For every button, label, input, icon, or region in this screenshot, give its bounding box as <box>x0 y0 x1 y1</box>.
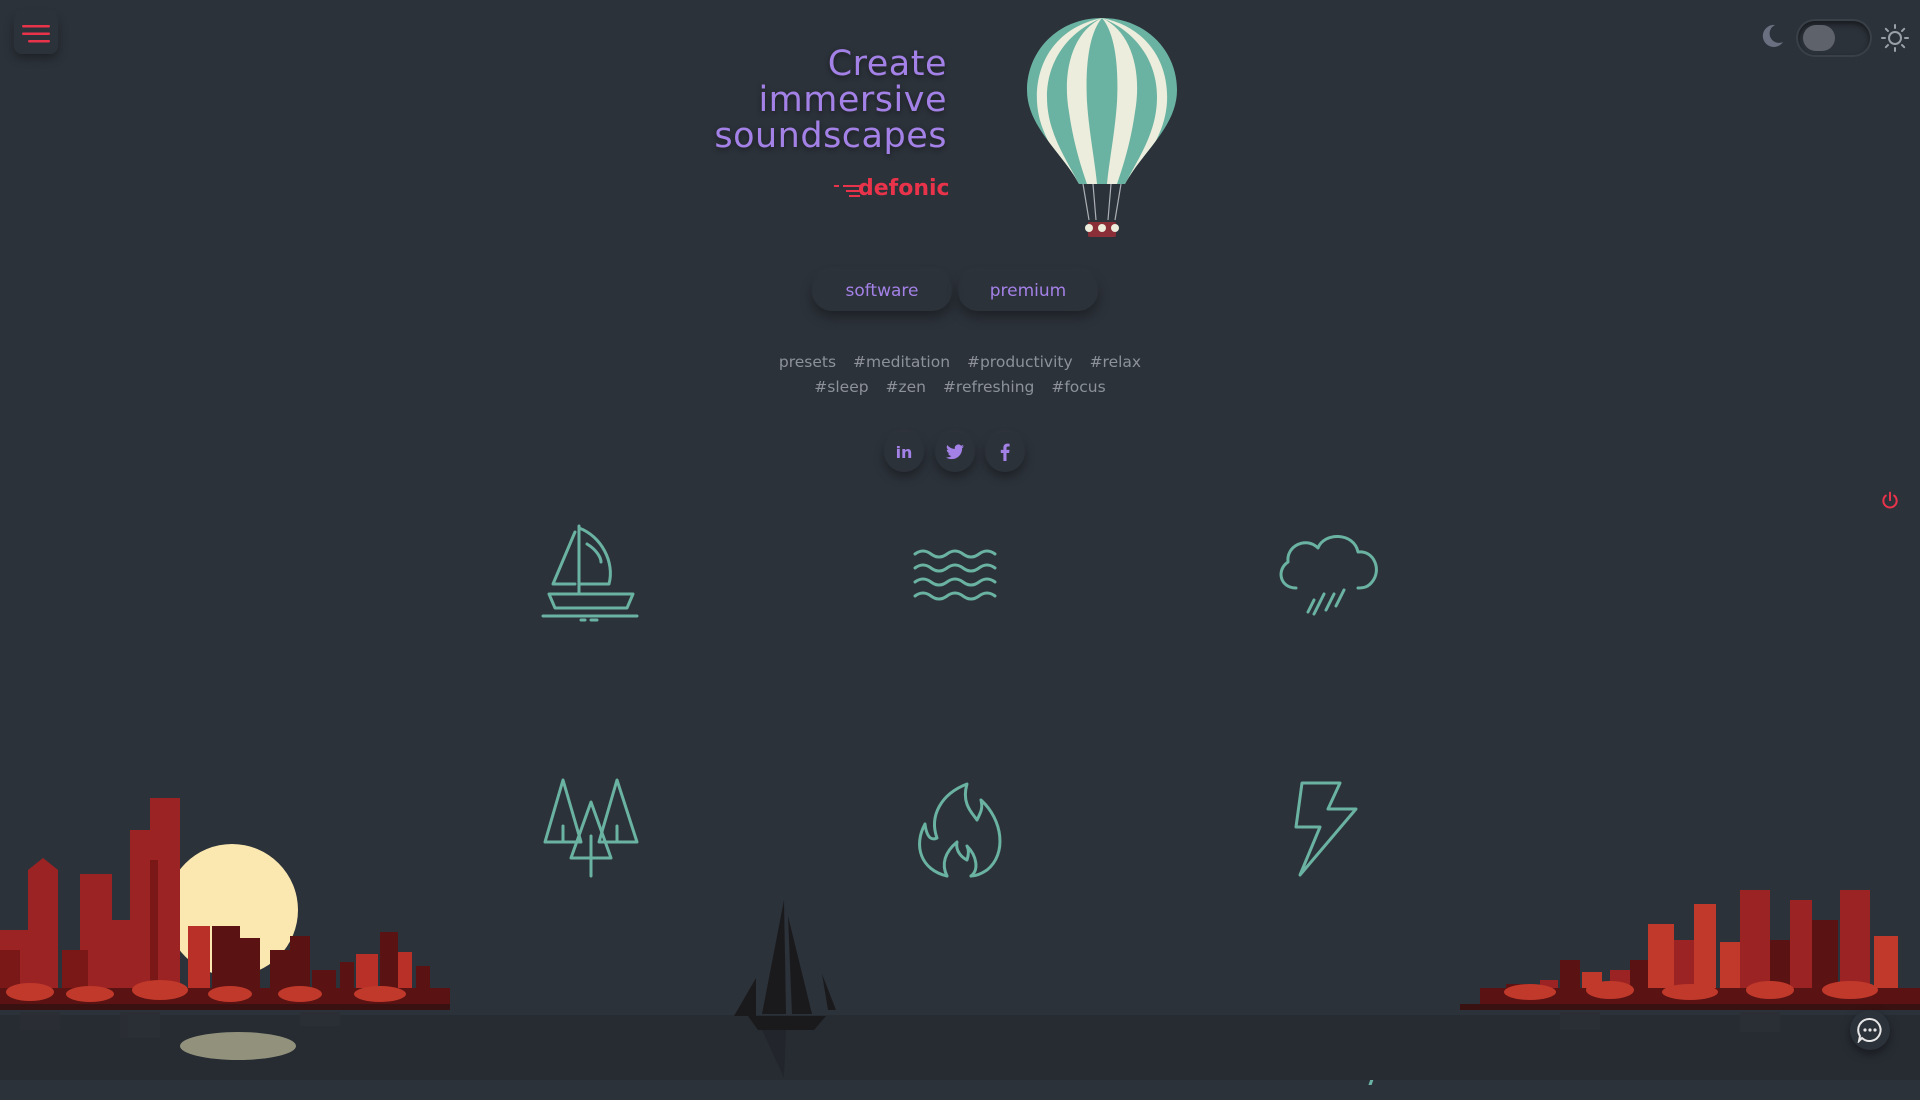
tag-refreshing[interactable]: #refreshing <box>943 378 1034 396</box>
software-link[interactable]: software <box>812 271 952 311</box>
tag-zen[interactable]: #zen <box>886 378 926 396</box>
hero-title-line1: Create <box>827 44 947 84</box>
fire-icon[interactable] <box>911 780 1007 880</box>
hot-air-balloon-icon <box>1027 18 1177 237</box>
tag-meditation[interactable]: #meditation <box>853 353 950 371</box>
tag-sleep[interactable]: #sleep <box>814 378 868 396</box>
sailboat-silhouette-decoration <box>734 900 836 1078</box>
hero-title-line2: immersive <box>758 80 947 120</box>
tag-cloud: presets #meditation #productivity #relax… <box>0 350 1920 400</box>
theme-toggle[interactable] <box>1798 21 1870 55</box>
tag-presets[interactable]: presets <box>779 353 836 371</box>
facebook-icon <box>1000 443 1010 461</box>
linkedin-icon: in <box>895 442 913 462</box>
rain-cloud-icon[interactable] <box>1274 530 1384 620</box>
facebook-button[interactable] <box>985 432 1025 472</box>
right-city-skyline-decoration <box>1460 890 1920 1032</box>
brand-logo[interactable]: defonic <box>858 176 950 201</box>
toggle-knob <box>1803 25 1835 51</box>
twitter-icon <box>946 444 964 460</box>
tag-focus[interactable]: #focus <box>1051 378 1105 396</box>
hero-title-line3: soundscapes <box>714 116 947 156</box>
tag-productivity[interactable]: #productivity <box>967 353 1073 371</box>
waves-icon[interactable] <box>911 546 1007 606</box>
chat-bubble-icon <box>1857 1017 1882 1043</box>
left-city-skyline-decoration <box>0 798 450 1060</box>
hero-title: Create immersive soundscapes <box>714 46 947 154</box>
twitter-button[interactable] <box>935 432 975 472</box>
power-icon[interactable] <box>1880 491 1900 511</box>
premium-link[interactable]: premium <box>958 271 1098 311</box>
menu-button[interactable] <box>14 14 58 54</box>
sun-icon[interactable] <box>1881 24 1909 52</box>
lightning-icon[interactable] <box>1292 779 1362 879</box>
moon-icon <box>1762 24 1783 47</box>
linkedin-button[interactable]: in <box>884 432 924 472</box>
forest-icon[interactable] <box>541 776 641 881</box>
chat-button[interactable] <box>1850 1010 1890 1050</box>
tag-relax[interactable]: #relax <box>1090 353 1142 371</box>
hamburger-icon <box>22 25 50 43</box>
sailboat-icon[interactable] <box>541 522 641 622</box>
